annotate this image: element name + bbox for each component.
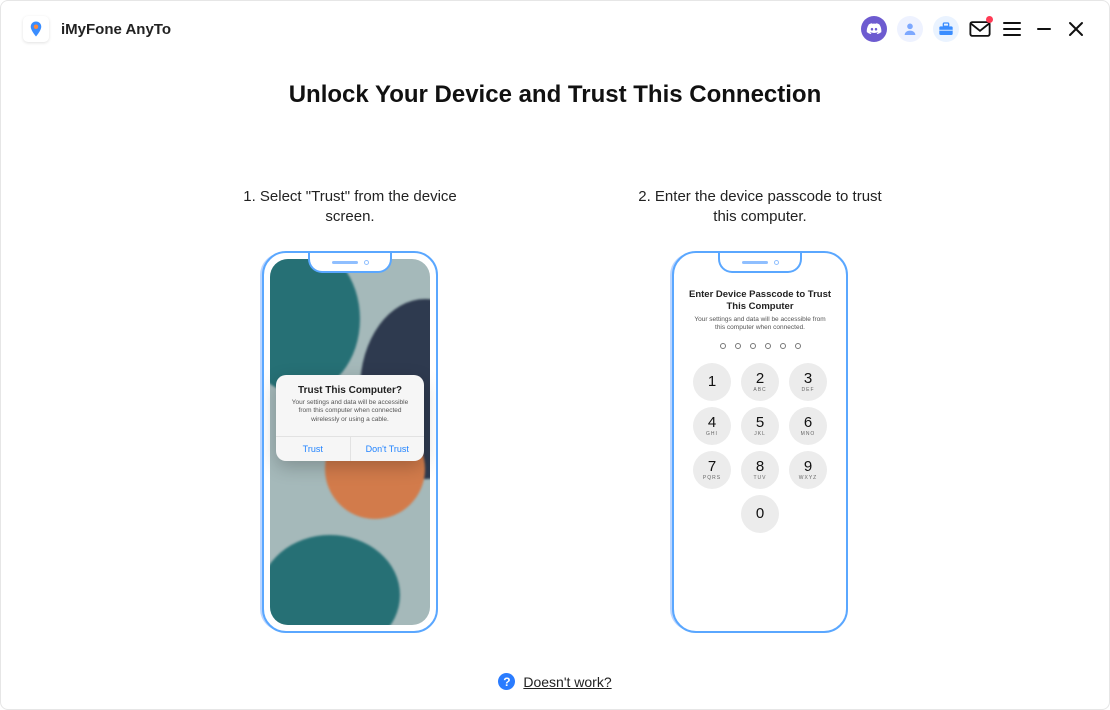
menu-icon <box>1003 22 1021 36</box>
close-button[interactable] <box>1065 18 1087 40</box>
keypad-key-letters: MNO <box>801 431 816 437</box>
keypad-key-7[interactable]: 7PQRS <box>693 451 731 489</box>
user-button[interactable] <box>897 16 923 42</box>
keypad-key-8[interactable]: 8TUV <box>741 451 779 489</box>
keypad-key-number: 5 <box>756 415 764 430</box>
keypad-key-number: 0 <box>756 506 764 521</box>
passcode-screen: Enter Device Passcode to Trust This Comp… <box>680 259 840 625</box>
keypad-key-letters: JKL <box>754 431 766 437</box>
minimize-icon <box>1036 21 1052 37</box>
toolbox-button[interactable] <box>933 16 959 42</box>
toolbox-icon <box>938 22 954 36</box>
keypad-key-number: 9 <box>804 459 812 474</box>
phone-notch <box>718 253 802 273</box>
keypad-key-letters: GHI <box>706 431 718 437</box>
step-1: 1. Select "Trust" from the device screen… <box>220 187 480 633</box>
mail-badge <box>986 16 993 23</box>
keypad-key-number: 7 <box>708 459 716 474</box>
keypad-key-number: 4 <box>708 415 716 430</box>
keypad-key-0[interactable]: 0 <box>741 495 779 533</box>
phone-mock-1: Trust This Computer? Your settings and d… <box>262 251 438 633</box>
main-content: Unlock Your Device and Trust This Connec… <box>1 57 1109 633</box>
page-title: Unlock Your Device and Trust This Connec… <box>41 81 1069 109</box>
keypad-key-letters: ABC <box>753 387 766 393</box>
keypad-key-number: 1 <box>708 374 716 389</box>
keypad-key-1[interactable]: 1 <box>693 363 731 401</box>
steps-row: 1. Select "Trust" from the device screen… <box>41 187 1069 633</box>
keypad-key-3[interactable]: 3DEF <box>789 363 827 401</box>
passcode-dots <box>680 343 840 349</box>
keypad-key-5[interactable]: 5JKL <box>741 407 779 445</box>
keypad-key-6[interactable]: 6MNO <box>789 407 827 445</box>
passcode-dot <box>780 343 786 349</box>
dont-trust-button[interactable]: Don't Trust <box>350 437 425 461</box>
titlebar: iMyFone AnyTo <box>1 1 1109 57</box>
help-row: ? Doesn't work? <box>0 673 1110 690</box>
passcode-dot <box>795 343 801 349</box>
titlebar-right <box>861 16 1087 42</box>
keypad-key-4[interactable]: 4GHI <box>693 407 731 445</box>
keypad-key-letters: DEF <box>802 387 815 393</box>
keypad-key-letters: PQRS <box>703 475 721 481</box>
passcode-dot <box>735 343 741 349</box>
keypad-key-number: 3 <box>804 371 812 386</box>
app-title: iMyFone AnyTo <box>61 21 171 38</box>
discord-button[interactable] <box>861 16 887 42</box>
passcode-message: Your settings and data will be accessibl… <box>690 316 830 333</box>
close-icon <box>1068 21 1084 37</box>
menu-button[interactable] <box>1001 18 1023 40</box>
trust-dialog: Trust This Computer? Your settings and d… <box>276 375 424 461</box>
step-2: 2. Enter the device passcode to trust th… <box>630 187 890 633</box>
discord-icon <box>866 23 882 35</box>
passcode-dot <box>765 343 771 349</box>
keypad-key-number: 2 <box>756 371 764 386</box>
passcode-dot <box>750 343 756 349</box>
phone-notch <box>308 253 392 273</box>
keypad-key-letters: WXYZ <box>799 475 817 481</box>
user-icon <box>902 21 918 37</box>
passcode-keypad: 1 2ABC 3DEF 4GHI 5JKL 6MNO 7PQRS 8TUV 9WXYZ 0 <box>691 363 829 533</box>
trust-button[interactable]: Trust <box>276 437 350 461</box>
step-1-label: 1. Select "Trust" from the device screen… <box>220 187 480 229</box>
location-pin-icon <box>27 20 45 38</box>
keypad-key-2[interactable]: 2ABC <box>741 363 779 401</box>
passcode-dot <box>720 343 726 349</box>
keypad-key-number: 8 <box>756 459 764 474</box>
phone-mock-2: Enter Device Passcode to Trust This Comp… <box>672 251 848 633</box>
minimize-button[interactable] <box>1033 18 1055 40</box>
step-2-label: 2. Enter the device passcode to trust th… <box>630 187 890 229</box>
mail-button[interactable] <box>969 18 991 40</box>
keypad-key-letters: TUV <box>754 475 767 481</box>
help-link[interactable]: Doesn't work? <box>523 674 611 690</box>
keypad-key-9[interactable]: 9WXYZ <box>789 451 827 489</box>
app-logo <box>23 16 49 42</box>
passcode-title: Enter Device Passcode to Trust This Comp… <box>680 289 840 313</box>
trust-dialog-title: Trust This Computer? <box>286 385 414 396</box>
keypad-key-number: 6 <box>804 415 812 430</box>
help-icon: ? <box>498 673 515 690</box>
trust-dialog-message: Your settings and data will be accessibl… <box>286 399 414 424</box>
